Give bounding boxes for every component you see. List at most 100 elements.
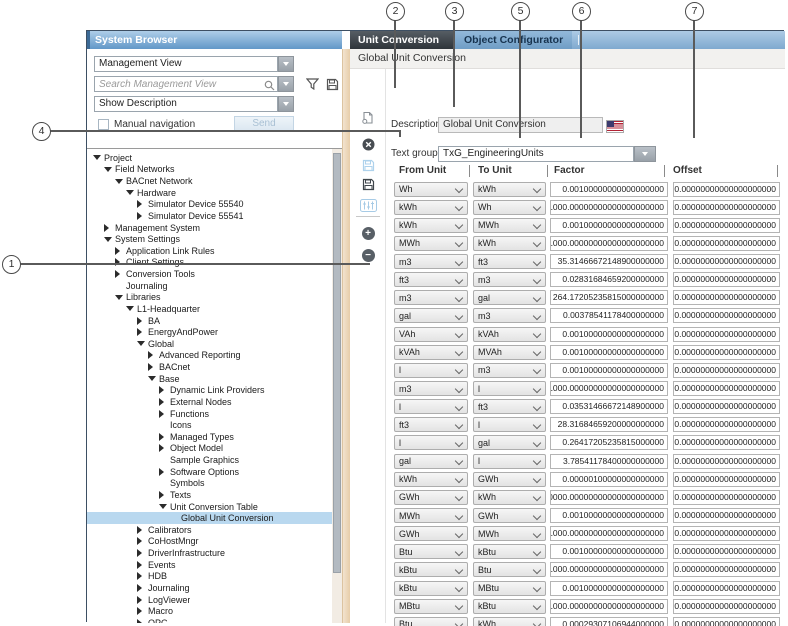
to-unit-dropdown[interactable]: Wh <box>473 200 546 215</box>
tree-item-system-settings[interactable]: System Settings <box>87 233 332 245</box>
tree-item-logviewer[interactable]: LogViewer <box>87 594 332 606</box>
tree-item-software-options[interactable]: Software Options <box>87 466 332 478</box>
chevron-collapsed-icon[interactable] <box>159 444 170 452</box>
offset-field[interactable]: 0.00000000000000000000 <box>673 454 780 469</box>
factor-field[interactable]: 0.00100000000000000000 <box>550 218 668 233</box>
chevron-collapsed-icon[interactable] <box>159 386 170 394</box>
from-unit-dropdown[interactable]: kBtu <box>394 581 468 596</box>
to-unit-dropdown[interactable]: l <box>473 381 546 396</box>
from-unit-dropdown[interactable]: MWh <box>394 236 468 251</box>
column-header-offset[interactable]: Offset <box>673 164 702 178</box>
tree-item-functions[interactable]: Functions <box>87 408 332 420</box>
to-unit-dropdown[interactable]: l <box>473 417 546 432</box>
tree-item-bacnet-network[interactable]: BACnet Network <box>87 175 332 187</box>
chevron-collapsed-icon[interactable] <box>148 363 159 371</box>
tree-item-calibrators[interactable]: Calibrators <box>87 524 332 536</box>
factor-field[interactable]: 0.00100000000000000000 <box>550 182 668 197</box>
chevron-collapsed-icon[interactable] <box>104 224 115 232</box>
to-unit-dropdown[interactable]: GWh <box>473 508 546 523</box>
tree-item-base[interactable]: Base <box>87 373 332 385</box>
tree-item-journaling[interactable]: Journaling <box>87 280 332 292</box>
tree-item-sample-graphics[interactable]: Sample Graphics <box>87 454 332 466</box>
to-unit-dropdown[interactable]: ft3 <box>473 254 546 269</box>
search-input[interactable] <box>94 76 278 92</box>
from-unit-dropdown[interactable]: Btu <box>394 544 468 559</box>
factor-field[interactable]: 1000000.00000000000000000000 <box>550 490 668 505</box>
tree-item-icons[interactable]: Icons <box>87 419 332 431</box>
to-unit-dropdown[interactable]: m3 <box>473 308 546 323</box>
to-unit-dropdown[interactable]: m3 <box>473 363 546 378</box>
offset-field[interactable]: 0.00000000000000000000 <box>673 236 780 251</box>
tree-item-global[interactable]: Global <box>87 338 332 350</box>
offset-field[interactable]: 0.00000000000000000000 <box>673 290 780 305</box>
to-unit-dropdown[interactable]: kBtu <box>473 544 546 559</box>
factor-field[interactable]: 0.00029307106944000000 <box>550 617 668 626</box>
from-unit-dropdown[interactable]: ft3 <box>394 272 468 287</box>
tree-item-dynamic-link-providers[interactable]: Dynamic Link Providers <box>87 385 332 397</box>
factor-field[interactable]: 0.00100000000000000000 <box>550 544 668 559</box>
chevron-expanded-icon[interactable] <box>104 167 115 172</box>
factor-field[interactable]: 0.00100000000000000000 <box>550 345 668 360</box>
chevron-expanded-icon[interactable] <box>104 237 115 242</box>
chevron-expanded-icon[interactable] <box>115 295 126 300</box>
chevron-collapsed-icon[interactable] <box>159 491 170 499</box>
tab-object-configurator[interactable]: Object Configurator <box>454 31 572 49</box>
text-group-dropdown-button[interactable] <box>634 146 656 162</box>
chevron-collapsed-icon[interactable] <box>137 584 148 592</box>
factor-field[interactable]: 3.78541178400000000000 <box>550 454 668 469</box>
tree-item-driverinfrastructure[interactable]: DriverInfrastructure <box>87 547 332 559</box>
from-unit-dropdown[interactable]: ft3 <box>394 417 468 432</box>
offset-field[interactable]: 0.00000000000000000000 <box>673 363 780 378</box>
tree-item-project[interactable]: Project <box>87 152 332 164</box>
filter-icon[interactable] <box>304 76 320 92</box>
tree-item-managed-types[interactable]: Managed Types <box>87 431 332 443</box>
offset-field[interactable]: 0.00000000000000000000 <box>673 599 780 614</box>
column-header-from-unit[interactable]: From Unit <box>399 164 446 178</box>
column-header-factor[interactable]: Factor <box>554 164 585 178</box>
offset-field[interactable]: 0.00000000000000000000 <box>673 381 780 396</box>
offset-field[interactable]: 0.00000000000000000000 <box>673 200 780 215</box>
from-unit-dropdown[interactable]: gal <box>394 454 468 469</box>
tree-item-events[interactable]: Events <box>87 559 332 571</box>
offset-field[interactable]: 0.00000000000000000000 <box>673 617 780 626</box>
tree-item-global-unit-conversion[interactable]: Global Unit Conversion <box>87 512 332 524</box>
chevron-expanded-icon[interactable] <box>115 179 126 184</box>
tree-item-opc[interactable]: OPC <box>87 617 332 623</box>
tree-item-energyandpower[interactable]: EnergyAndPower <box>87 326 332 338</box>
tree-item-application-link-rules[interactable]: Application Link Rules <box>87 245 332 257</box>
chevron-collapsed-icon[interactable] <box>148 351 159 359</box>
chevron-collapsed-icon[interactable] <box>137 561 148 569</box>
to-unit-dropdown[interactable]: kWh <box>473 182 546 197</box>
chevron-collapsed-icon[interactable] <box>159 468 170 476</box>
tree-item-object-model[interactable]: Object Model <box>87 443 332 455</box>
from-unit-dropdown[interactable]: m3 <box>394 381 468 396</box>
tree-scrollbar[interactable] <box>332 149 342 623</box>
from-unit-dropdown[interactable]: l <box>394 435 468 450</box>
offset-field[interactable]: 0.00000000000000000000 <box>673 182 780 197</box>
factor-field[interactable]: 35.31466672148900000000 <box>550 254 668 269</box>
panel-splitter[interactable] <box>342 49 350 623</box>
offset-field[interactable]: 0.00000000000000000000 <box>673 490 780 505</box>
view-selector-dropdown-button[interactable] <box>278 56 294 72</box>
tree-item-simulator-device-55541[interactable]: Simulator Device 55541 <box>87 210 332 222</box>
search-dropdown-button[interactable] <box>278 76 294 92</box>
new-document-icon[interactable] <box>350 111 386 125</box>
chevron-collapsed-icon[interactable] <box>137 607 148 615</box>
from-unit-dropdown[interactable]: kVAh <box>394 345 468 360</box>
to-unit-dropdown[interactable]: kWh <box>473 236 546 251</box>
to-unit-dropdown[interactable]: gal <box>473 290 546 305</box>
tree-item-journaling[interactable]: Journaling <box>87 582 332 594</box>
to-unit-dropdown[interactable]: MBtu <box>473 581 546 596</box>
factor-field[interactable]: 0.00100000000000000000 <box>550 508 668 523</box>
chevron-expanded-icon[interactable] <box>126 306 137 311</box>
factor-field[interactable]: 0.00100000000000000000 <box>550 327 668 342</box>
from-unit-dropdown[interactable]: MBtu <box>394 599 468 614</box>
tree-item-external-nodes[interactable]: External Nodes <box>87 396 332 408</box>
chevron-collapsed-icon[interactable] <box>159 433 170 441</box>
to-unit-dropdown[interactable]: gal <box>473 435 546 450</box>
offset-field[interactable]: 0.00000000000000000000 <box>673 562 780 577</box>
tree-item-conversion-tools[interactable]: Conversion Tools <box>87 268 332 280</box>
chevron-collapsed-icon[interactable] <box>137 328 148 336</box>
to-unit-dropdown[interactable]: MVAh <box>473 345 546 360</box>
factor-field[interactable]: 1000.00000000000000000000 <box>550 381 668 396</box>
